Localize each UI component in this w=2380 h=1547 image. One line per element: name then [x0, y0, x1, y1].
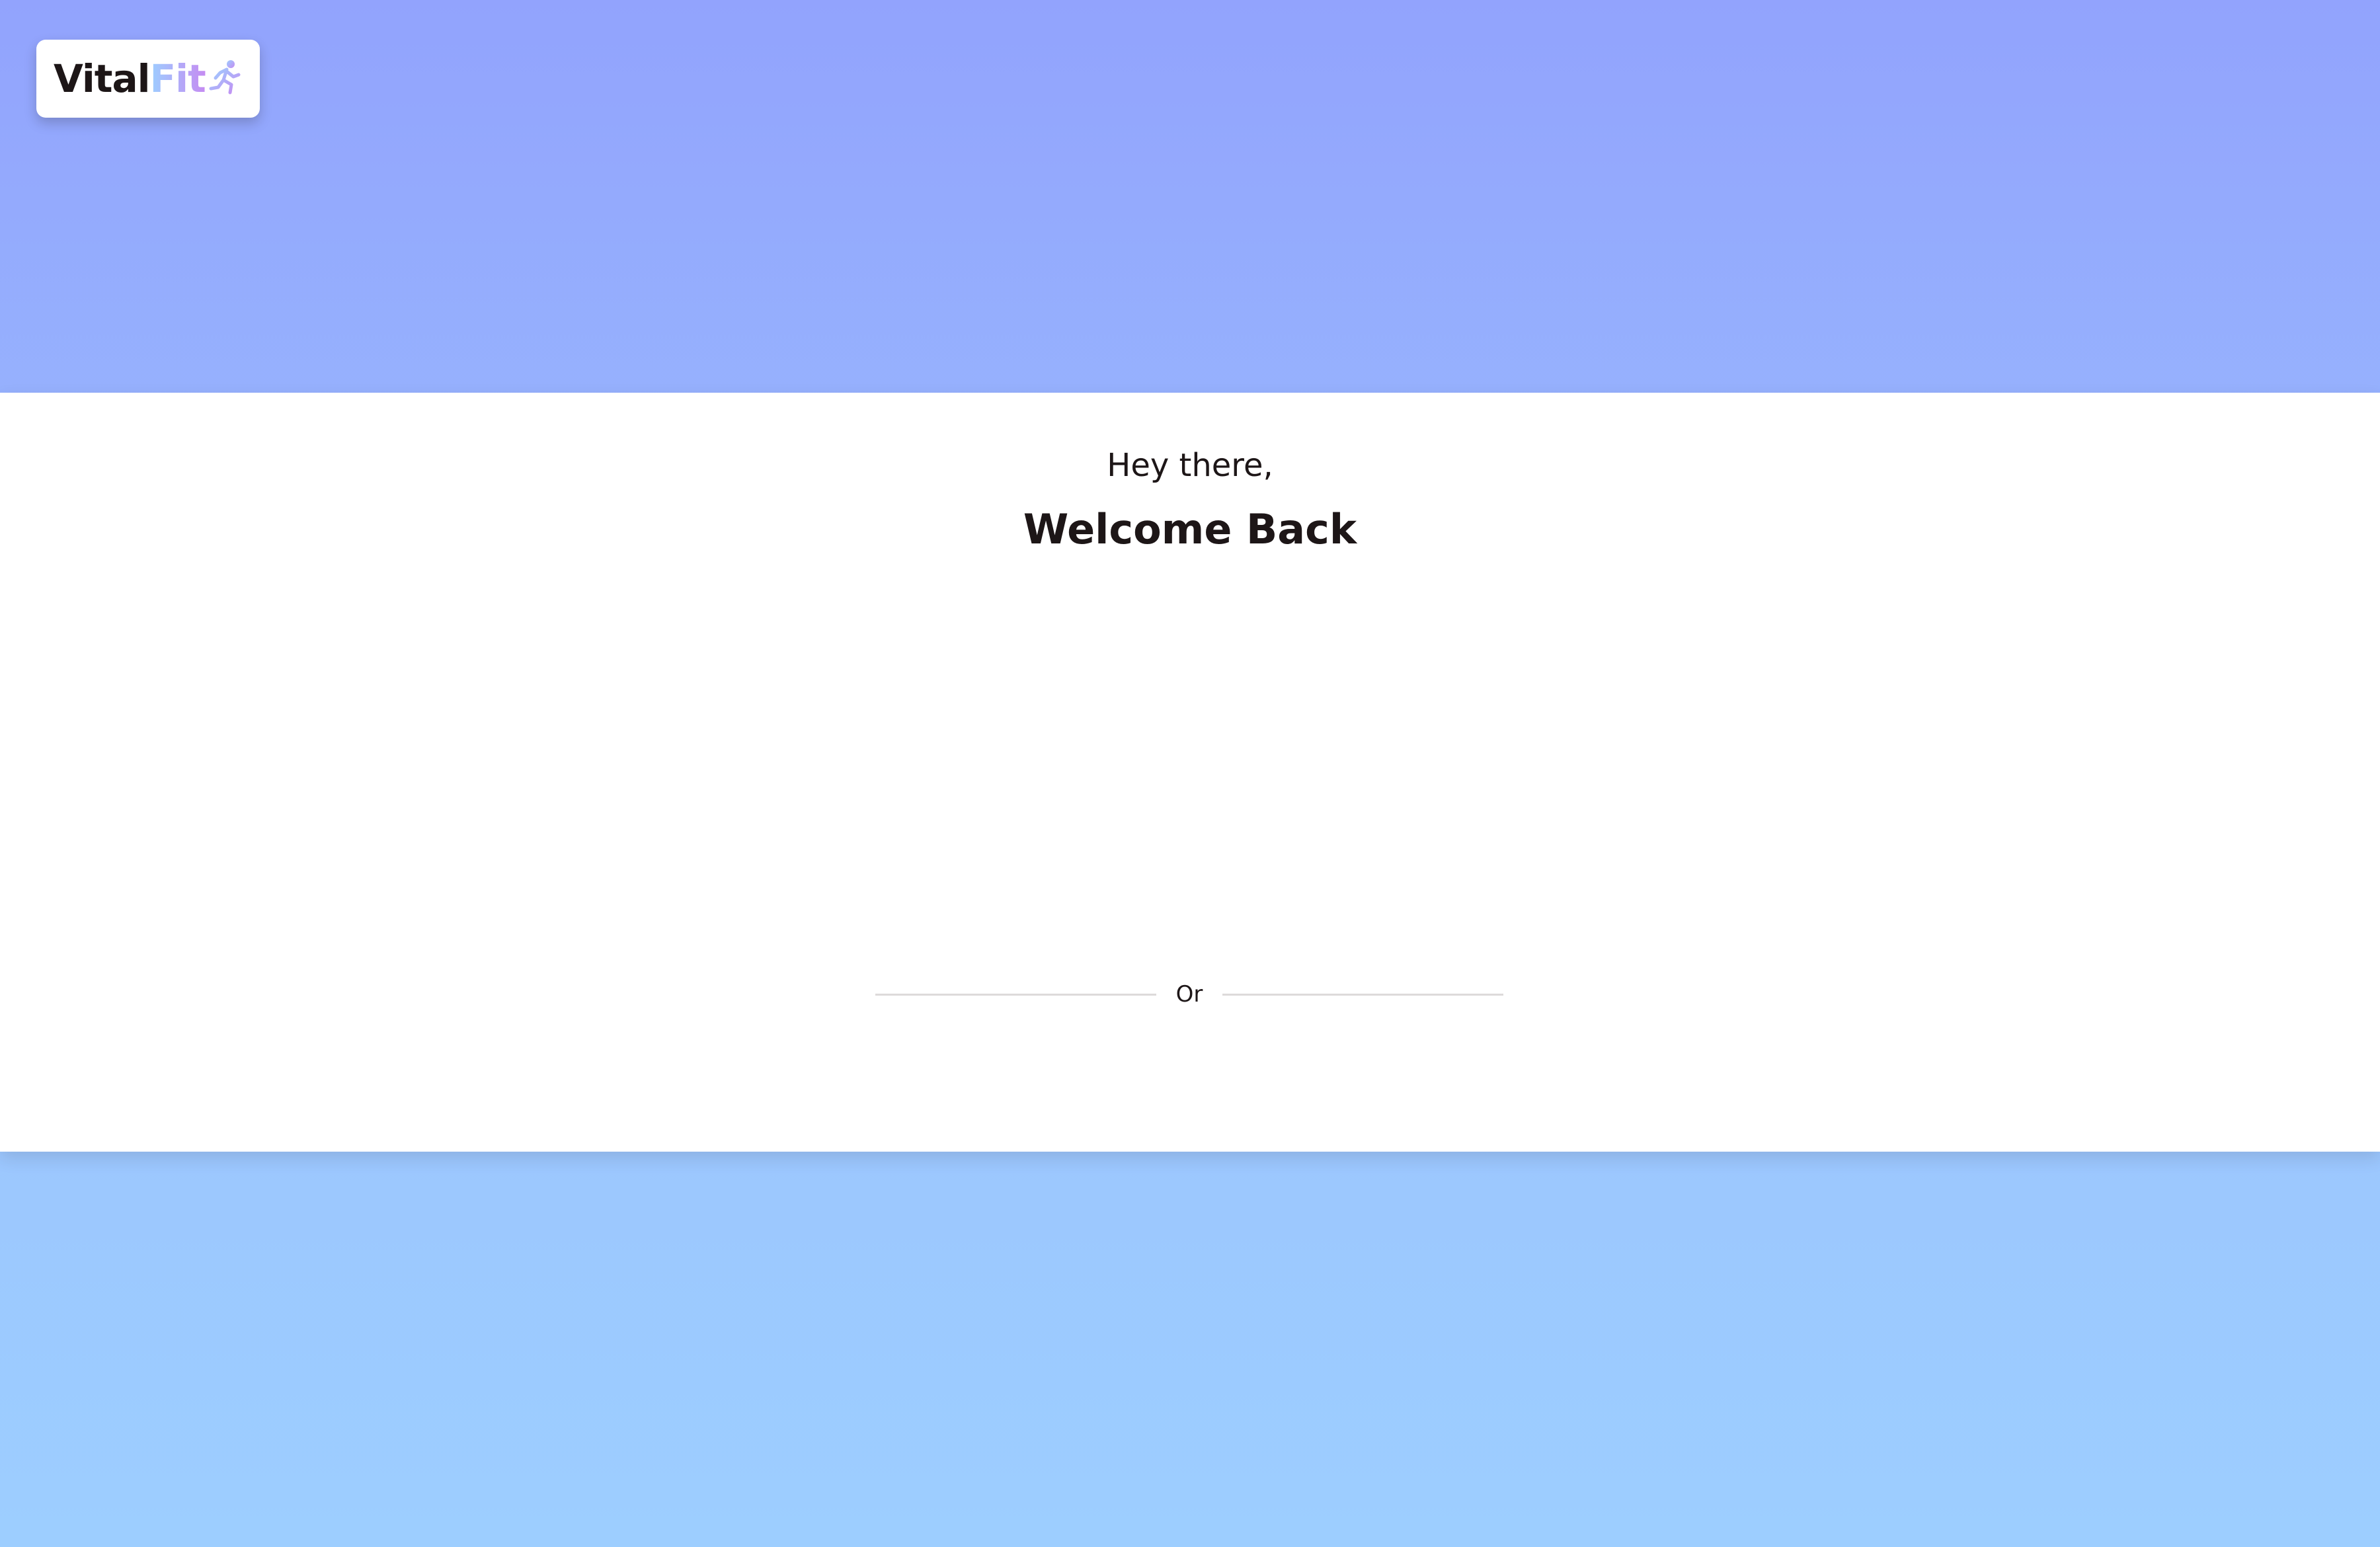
brand-logo[interactable]: VitalFit	[36, 40, 260, 118]
or-divider: Or	[875, 981, 1503, 1008]
greeting-text: Hey there,	[1107, 447, 1273, 484]
divider-line-right	[1222, 993, 1503, 996]
brand-name-fit: Fit	[149, 56, 206, 101]
page-title: Welcome Back	[1023, 505, 1357, 553]
runner-icon	[209, 60, 241, 97]
brand-name: VitalFit	[54, 60, 206, 98]
login-page: { "brand": { "name_part1": "Vital", "nam…	[0, 0, 2380, 1547]
brand-name-vital: Vital	[54, 56, 150, 101]
divider-line-left	[875, 993, 1156, 996]
divider-label: Or	[1175, 981, 1203, 1008]
login-panel: Hey there, Welcome Back Or	[0, 393, 2380, 1152]
